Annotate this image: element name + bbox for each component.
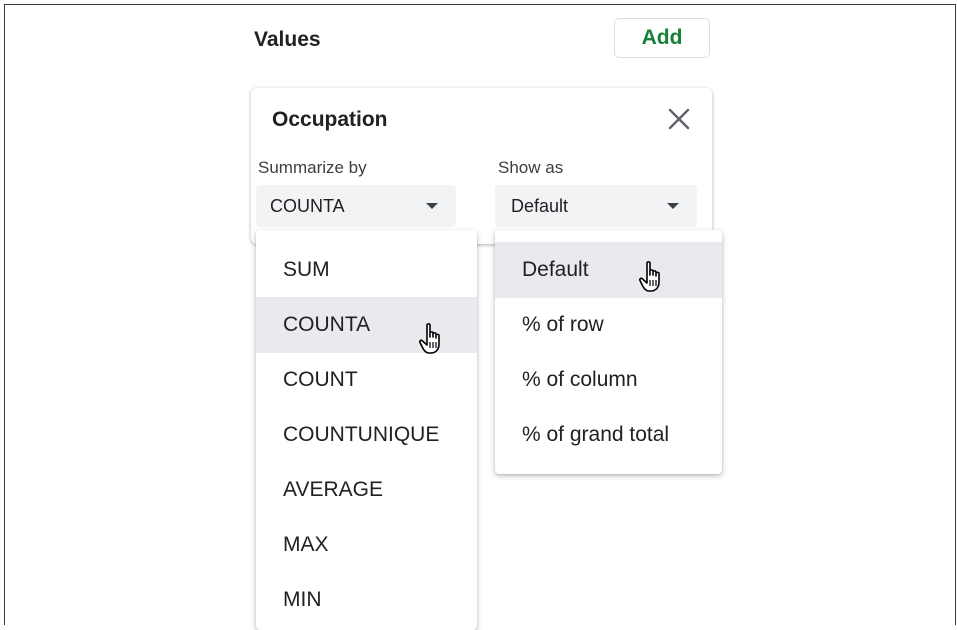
hand-pointer-icon [419, 323, 440, 354]
show-as-menu: Default % of row % of column % of grand … [495, 230, 722, 474]
close-icon[interactable] [666, 106, 692, 132]
show-as-label: Show as [498, 158, 564, 177]
chevron-down-icon [426, 203, 438, 209]
menu-item-max[interactable]: MAX [256, 517, 477, 573]
menu-item-percent-of-row[interactable]: % of row [495, 297, 722, 353]
summarize-by-select[interactable]: COUNTA [256, 185, 456, 227]
field-title: Occupation [272, 108, 388, 131]
show-as-value: Default [511, 196, 569, 216]
value-field-card: Occupation Summarize by COUNTA Show as D… [251, 88, 712, 244]
menu-item-percent-of-column[interactable]: % of column [495, 352, 722, 408]
menu-item-average[interactable]: AVERAGE [256, 462, 477, 518]
summarize-by-value: COUNTA [270, 196, 345, 216]
menu-item-count[interactable]: COUNT [256, 352, 477, 408]
menu-item-min[interactable]: MIN [256, 572, 477, 628]
summarize-by-menu: SUM COUNTA COUNT COUNTUNIQUE AVERAGE MAX… [256, 230, 477, 630]
show-as-select[interactable]: Default [495, 185, 697, 227]
add-value-button[interactable]: Add [614, 18, 710, 58]
hand-pointer-icon [639, 261, 660, 292]
menu-item-percent-of-grand-total[interactable]: % of grand total [495, 407, 722, 463]
summarize-by-label: Summarize by [258, 158, 367, 177]
menu-item-sum[interactable]: SUM [256, 242, 477, 298]
values-heading: Values [254, 28, 321, 51]
chevron-down-icon [667, 203, 679, 209]
menu-item-default[interactable]: Default [495, 242, 722, 298]
menu-item-countunique[interactable]: COUNTUNIQUE [256, 407, 477, 463]
